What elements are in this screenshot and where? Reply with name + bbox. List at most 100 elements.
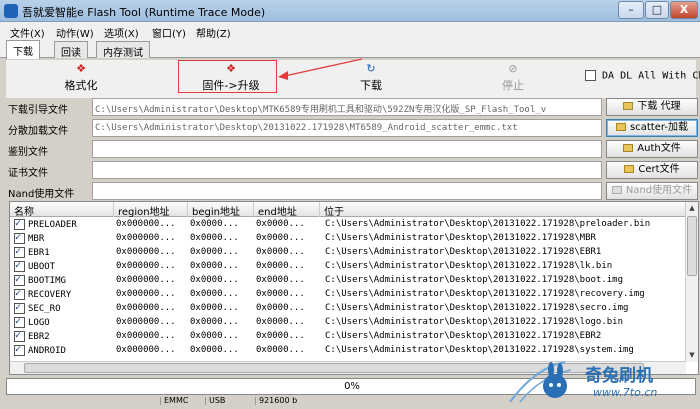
partition-end-cell: 0x0000... [256, 331, 305, 341]
partition-checkbox[interactable] [14, 261, 25, 272]
partition-name-cell[interactable]: MBR [14, 233, 114, 244]
partition-name-cell[interactable]: EBR1 [14, 247, 114, 258]
status-port: USB [205, 397, 225, 405]
partition-path-cell: C:\Users\Administrator\Desktop\20131022.… [325, 261, 613, 271]
menu-action[interactable]: 动作(W) [56, 25, 94, 40]
partition-region-cell: 0x000000... [116, 289, 176, 299]
cert-field[interactable] [92, 161, 602, 179]
nand-file-button[interactable]: Nand使用文件 [606, 182, 698, 200]
table-row[interactable]: EBR2 0x000000... 0x0000... 0x0000... C:\User… [10, 330, 686, 344]
col-begin[interactable]: begin地址 [188, 202, 254, 218]
partition-list: 名称 region地址 begin地址 end地址 位于 PRELOADER 0x… [9, 201, 699, 375]
partition-name-cell[interactable]: SEC_RO [14, 303, 114, 314]
menu-window[interactable]: 窗口(Y) [152, 25, 186, 40]
partition-name-cell[interactable]: ANDROID [14, 345, 114, 356]
table-row[interactable]: RECOVERY 0x000000... 0x0000... 0x0000... C:\… [10, 288, 686, 302]
partition-checkbox[interactable] [14, 275, 25, 286]
da-dl-all-checkbox[interactable]: DA DL All With Ch [585, 70, 700, 82]
menu-options[interactable]: 选项(X) [104, 25, 139, 40]
minimize-button[interactable]: – [618, 1, 644, 19]
scatter-field[interactable]: C:\Users\Administrator\Desktop\20131022.… [92, 119, 602, 137]
table-row[interactable]: BOOTIMG 0x000000... 0x0000... 0x0000... C:\U… [10, 274, 686, 288]
partition-region-cell: 0x000000... [116, 233, 176, 243]
scatter-label: 分散加载文件 [8, 126, 68, 137]
nand-file-button-label: Nand使用文件 [625, 185, 693, 196]
window-title: 吾就爱智能e Flash Tool (Runtime Trace Mode) [22, 6, 266, 19]
status-baud: 921600 b [255, 397, 297, 405]
partition-path-cell: C:\Users\Administrator\Desktop\20131022.… [325, 247, 602, 257]
tab-readback[interactable]: 回读 [54, 41, 88, 59]
download-agent-field[interactable]: C:\Users\Administrator\Desktop\MTK6589专用… [92, 98, 602, 116]
close-button[interactable]: X [670, 1, 698, 19]
scroll-up-icon[interactable]: ▲ [686, 202, 698, 214]
menu-help[interactable]: 帮助(Z) [196, 25, 231, 40]
partition-checkbox[interactable] [14, 303, 25, 314]
partition-checkbox[interactable] [14, 345, 25, 356]
partition-begin-cell: 0x0000... [190, 219, 239, 229]
stop-button[interactable]: ⊘ 停止 [488, 60, 538, 96]
col-end[interactable]: end地址 [254, 202, 320, 218]
partition-path-cell: C:\Users\Administrator\Desktop\20131022.… [325, 303, 629, 313]
table-row[interactable]: ANDROID 0x000000... 0x0000... 0x0000... C:\U… [10, 344, 686, 358]
col-path[interactable]: 位于 [320, 202, 686, 218]
form-row-nand: Nand使用文件 Nand使用文件 [6, 182, 700, 200]
partition-checkbox[interactable] [14, 331, 25, 342]
partition-begin-cell: 0x0000... [190, 345, 239, 355]
partition-end-cell: 0x0000... [256, 303, 305, 313]
partition-begin-cell: 0x0000... [190, 233, 239, 243]
partition-name-cell[interactable]: UBOOT [14, 261, 114, 272]
tab-memory-test[interactable]: 内存测试 [96, 41, 150, 59]
table-row[interactable]: MBR 0x000000... 0x0000... 0x0000... C:\Users… [10, 232, 686, 246]
table-row[interactable]: PRELOADER 0x000000... 0x0000... 0x0000... C:… [10, 218, 686, 232]
partition-name-cell[interactable]: EBR2 [14, 331, 114, 342]
partition-region-cell: 0x000000... [116, 345, 176, 355]
status-storage: EMMC [160, 397, 188, 405]
auth-field[interactable] [92, 140, 602, 158]
da-dl-all-check[interactable] [585, 70, 596, 81]
file-form: 下载引导文件 C:\Users\Administrator\Desktop\MT… [6, 96, 700, 200]
folder-icon [624, 165, 635, 173]
partition-region-cell: 0x000000... [116, 317, 176, 327]
tab-download[interactable]: 下载 [6, 40, 40, 59]
download-agent-button[interactable]: 下载 代理 [606, 98, 698, 116]
partition-path-cell: C:\Users\Administrator\Desktop\20131022.… [325, 219, 651, 229]
partition-name: UBOOT [28, 262, 56, 272]
partition-end-cell: 0x0000... [256, 345, 305, 355]
partition-name: PRELOADER [28, 220, 77, 230]
partition-name-cell[interactable]: LOGO [14, 317, 114, 328]
partition-name-cell[interactable]: PRELOADER [14, 219, 114, 230]
menu-file[interactable]: 文件(X) [10, 25, 45, 40]
maximize-button[interactable]: □ [645, 1, 669, 19]
partition-checkbox[interactable] [14, 233, 25, 244]
format-button[interactable]: ❖ 格式化 [46, 60, 116, 96]
table-row[interactable]: UBOOT 0x000000... 0x0000... 0x0000... C:\Use… [10, 260, 686, 274]
scatter-load-button[interactable]: scatter-加载 [606, 119, 698, 137]
cert-label: 证书文件 [8, 168, 48, 179]
cert-file-button[interactable]: Cert文件 [606, 161, 698, 179]
app-icon [4, 4, 18, 18]
partition-name-cell[interactable]: BOOTIMG [14, 275, 114, 286]
col-name[interactable]: 名称 [10, 202, 114, 218]
vertical-scrollbar[interactable]: ▲ ▼ [685, 202, 698, 362]
watermark-brand: 奇兔刷机 [585, 366, 653, 386]
table-row[interactable]: EBR1 0x000000... 0x0000... 0x0000... C:\User… [10, 246, 686, 260]
annotation-arrow [278, 58, 363, 80]
nand-field[interactable] [92, 182, 602, 200]
partition-checkbox[interactable] [14, 317, 25, 328]
table-row[interactable]: SEC_RO 0x000000... 0x0000... 0x0000... C:\Us… [10, 302, 686, 316]
partition-name: EBR1 [28, 248, 50, 258]
partition-name-cell[interactable]: RECOVERY [14, 289, 114, 300]
scroll-thumb[interactable] [687, 216, 697, 276]
partition-checkbox[interactable] [14, 289, 25, 300]
partition-checkbox[interactable] [14, 219, 25, 230]
col-region[interactable]: region地址 [114, 202, 188, 218]
partition-begin-cell: 0x0000... [190, 247, 239, 257]
auth-file-button[interactable]: Auth文件 [606, 140, 698, 158]
partition-checkbox[interactable] [14, 247, 25, 258]
partition-path-cell: C:\Users\Administrator\Desktop\20131022.… [325, 289, 645, 299]
partition-name: SEC_RO [28, 304, 61, 314]
table-row[interactable]: LOGO 0x000000... 0x0000... 0x0000... C:\User… [10, 316, 686, 330]
partition-begin-cell: 0x0000... [190, 261, 239, 271]
partition-path-cell: C:\Users\Administrator\Desktop\20131022.… [325, 275, 624, 285]
watermark: 奇兔刷机 www.7to.cn [505, 358, 700, 406]
